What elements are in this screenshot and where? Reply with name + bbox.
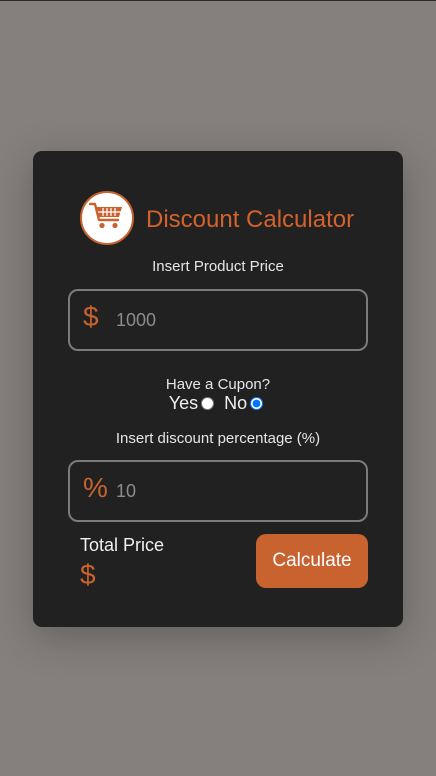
app-title: Discount Calculator: [146, 206, 355, 233]
percent-icon: %: [83, 472, 108, 503]
price-input[interactable]: [116, 305, 346, 335]
shopping-cart-icon: [88, 201, 125, 236]
coupon-question: Have a Cupon?: [165, 376, 271, 393]
calculate-button[interactable]: Calculate: [256, 534, 368, 588]
discount-field[interactable]: %: [68, 460, 368, 522]
coupon-no-option[interactable]: No: [224, 393, 267, 414]
total-dollar-icon: $: [80, 559, 96, 590]
calculator-card: Discount Calculator Insert Product Price…: [33, 151, 403, 627]
total-price-label: Total Price: [80, 535, 165, 555]
coupon-yes-radio[interactable]: [201, 397, 215, 410]
coupon-no-radio[interactable]: [250, 397, 264, 410]
coupon-yes-label: Yes: [168, 393, 199, 413]
dollar-icon: $: [83, 301, 99, 332]
coupon-yes-option[interactable]: Yes: [169, 393, 218, 414]
logo: [80, 191, 134, 245]
discount-label: Insert discount percentage (%): [115, 430, 321, 447]
top-border: [0, 0, 436, 1]
coupon-no-label: No: [224, 393, 248, 413]
discount-input[interactable]: [116, 476, 346, 506]
price-label: Insert Product Price: [152, 258, 284, 275]
coupon-radio-group: Yes No: [33, 393, 403, 414]
price-field[interactable]: $: [68, 289, 368, 351]
